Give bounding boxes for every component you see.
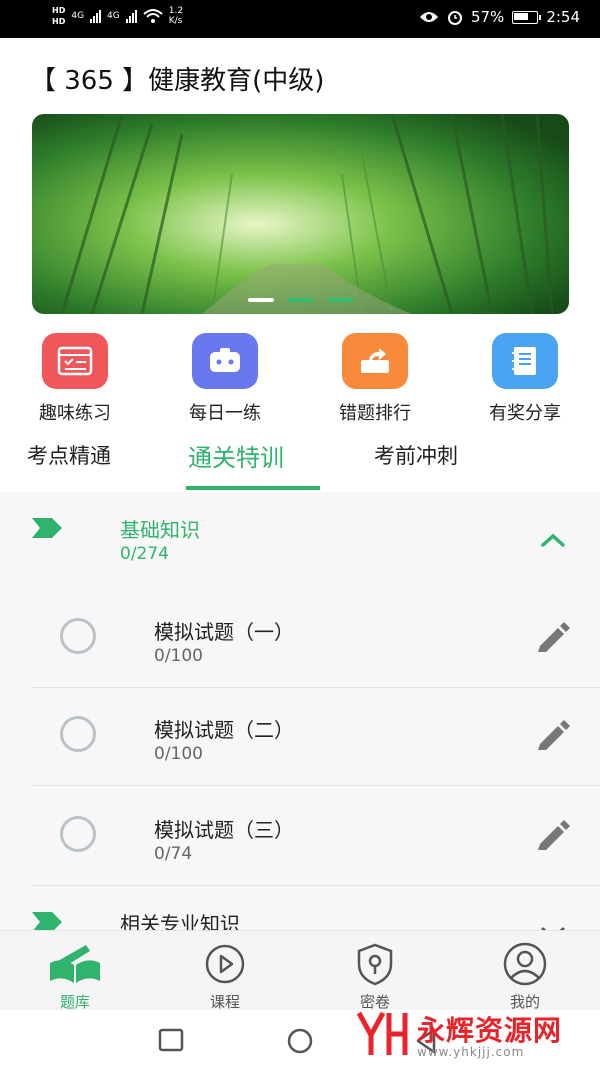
quick-action-label: 每日一练 [189, 403, 261, 424]
radio-circle-icon [60, 716, 96, 752]
tab-bar: 考点精通 通关特训 考前冲刺 [0, 440, 600, 492]
practice-icon [42, 333, 108, 389]
tab-kaodian[interactable]: 考点精通 [27, 440, 111, 470]
signal-icon [125, 9, 137, 23]
section-header[interactable]: 相关专业知识 [0, 888, 600, 930]
clock: 2:54 [546, 8, 580, 26]
carousel-indicator [32, 298, 569, 302]
robot-icon [192, 333, 258, 389]
signal-icon [90, 9, 102, 23]
section-header[interactable]: 基础知识 0/274 [0, 492, 600, 588]
chapter-list: 基础知识 0/274 模拟试题（一） 0/100 模拟试题（二） 0/100 模… [0, 492, 600, 930]
quick-action-practice[interactable]: 趣味练习 [15, 333, 135, 425]
watermark-url: www.yhkjjj.com [417, 1045, 525, 1059]
recents-icon[interactable] [158, 1028, 184, 1052]
book-pen-icon [25, 941, 125, 987]
section-title: 相关专业知识 [120, 912, 240, 930]
alarm-icon [447, 11, 462, 25]
net-speed-value: 1.2 [168, 6, 184, 16]
quick-action-wrong-rank[interactable]: 错题排行 [315, 333, 435, 425]
notebook-icon [492, 333, 558, 389]
quick-action-label: 错题排行 [339, 403, 411, 424]
watermark-brand: 永辉资源网 [417, 1014, 563, 1047]
network-label: 4G [107, 11, 120, 21]
quick-action-label: 有奖分享 [489, 403, 561, 424]
nav-kecheng[interactable]: 课程 [175, 941, 275, 1012]
quick-action-daily[interactable]: 每日一练 [165, 333, 285, 425]
radio-circle-icon [60, 618, 96, 654]
list-item[interactable]: 模拟试题（二） 0/100 [0, 688, 600, 786]
divider [32, 785, 600, 786]
flag-icon [32, 518, 62, 538]
item-count: 0/100 [154, 744, 203, 764]
item-title: 模拟试题（二） [154, 718, 294, 742]
home-icon[interactable] [286, 1027, 314, 1055]
quick-actions: 趣味练习 每日一练 错题排行 有奖分享 [0, 333, 600, 428]
share-box-icon [342, 333, 408, 389]
page-title: 【 365 】健康教育(中级) [30, 66, 325, 96]
wifi-icon [143, 9, 163, 23]
pencil-icon[interactable] [536, 720, 570, 750]
divider [32, 885, 600, 886]
tab-tongguan[interactable]: 通关特训 [188, 438, 284, 473]
banner-carousel[interactable] [32, 114, 569, 314]
carousel-dot[interactable] [327, 298, 354, 302]
nav-tiku[interactable]: 题库 [25, 941, 125, 1012]
list-item[interactable]: 模拟试题（一） 0/100 [0, 590, 600, 688]
eye-icon [419, 12, 438, 22]
pencil-icon[interactable] [536, 622, 570, 652]
user-icon [475, 941, 575, 987]
pencil-icon[interactable] [536, 820, 570, 850]
battery-icon [512, 10, 542, 24]
tab-kaoqian[interactable]: 考前冲刺 [374, 440, 458, 470]
carousel-dot[interactable] [287, 298, 314, 302]
nav-wode[interactable]: 我的 [475, 941, 575, 1012]
list-item[interactable]: 模拟试题（三） 0/74 [0, 788, 600, 886]
nav-mijuan[interactable]: 密卷 [325, 941, 425, 1012]
quick-action-label: 趣味练习 [39, 403, 111, 424]
item-title: 模拟试题（三） [154, 818, 294, 842]
active-tab-indicator [186, 486, 320, 490]
status-bar: HD HD 4G 4G 1.2 K/s 57% 2:54 [0, 0, 600, 38]
flag-icon [32, 912, 62, 930]
item-count: 0/100 [154, 646, 203, 666]
quick-action-share[interactable]: 有奖分享 [465, 333, 585, 425]
watermark: 永辉资源网 www.yhkjjj.com [355, 1005, 595, 1063]
nav-label: 课程 [209, 993, 240, 1011]
section-count: 0/274 [120, 544, 169, 564]
network-label: 4G [71, 11, 85, 21]
banner-image [32, 114, 569, 314]
item-count: 0/74 [154, 844, 193, 864]
chevron-up-icon[interactable] [540, 532, 566, 548]
item-title: 模拟试题（一） [154, 620, 294, 644]
radio-circle-icon [60, 816, 96, 852]
bottom-nav: 题库 课程 密卷 我的 [0, 930, 600, 1011]
net-speed-unit: K/s [168, 16, 183, 26]
carousel-dot[interactable] [247, 298, 274, 302]
battery-percent: 57% [470, 8, 505, 26]
nav-label: 题库 [59, 993, 90, 1011]
shield-lock-icon [325, 941, 425, 987]
play-icon [175, 941, 275, 987]
hd-badge: HD [52, 6, 66, 15]
hd-badge: HD [52, 17, 66, 26]
section-title: 基础知识 [120, 518, 200, 542]
